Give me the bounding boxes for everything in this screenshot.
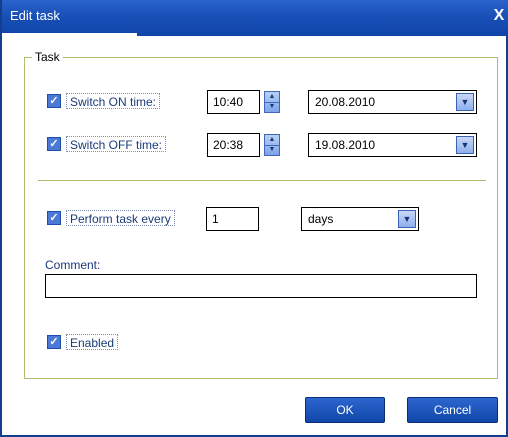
perform-task-checkbox[interactable]: ✓ (47, 211, 61, 225)
ok-button[interactable]: OK (305, 397, 385, 423)
group-separator (38, 180, 486, 181)
chevron-down-icon[interactable]: ▼ (456, 136, 474, 154)
close-icon[interactable]: X (490, 5, 508, 27)
switch-on-time-input[interactable]: 10:40 (207, 90, 260, 114)
title-bar: Edit task X (2, 0, 508, 36)
spin-down-icon[interactable]: ▼ (265, 102, 279, 112)
switch-off-time-input[interactable]: 20:38 (207, 133, 260, 157)
task-group-legend: Task (32, 50, 63, 64)
switch-off-date-value: 19.08.2010 (315, 138, 376, 152)
perform-task-label[interactable]: Perform task every (66, 210, 175, 226)
switch-on-time-spinner[interactable]: ▲ ▼ (264, 91, 280, 113)
comment-input[interactable] (45, 274, 477, 298)
enabled-checkbox[interactable]: ✓ (47, 335, 61, 349)
cancel-button[interactable]: Cancel (407, 397, 498, 423)
chevron-down-icon[interactable]: ▼ (398, 210, 416, 228)
chevron-down-icon[interactable]: ▼ (456, 93, 474, 111)
switch-on-checkbox[interactable]: ✓ (47, 94, 61, 108)
perform-unit-value: days (308, 212, 334, 226)
switch-off-time-spinner[interactable]: ▲ ▼ (264, 134, 280, 156)
switch-on-date-dropdown[interactable]: 20.08.2010 ▼ (308, 90, 477, 114)
edit-task-dialog: Edit task X Task ✓ Switch ON time: 10:40… (0, 0, 508, 437)
title-tab-accent (2, 33, 137, 36)
switch-on-date-value: 20.08.2010 (315, 95, 376, 109)
switch-off-label[interactable]: Switch OFF time: (66, 136, 167, 152)
perform-interval-input[interactable]: 1 (206, 207, 259, 231)
switch-on-label[interactable]: Switch ON time: (66, 93, 161, 109)
spin-down-icon[interactable]: ▼ (265, 145, 279, 155)
perform-unit-dropdown[interactable]: days ▼ (301, 207, 419, 231)
enabled-label[interactable]: Enabled (66, 334, 119, 350)
comment-label: Comment: (45, 258, 101, 272)
switch-off-date-dropdown[interactable]: 19.08.2010 ▼ (308, 133, 477, 157)
switch-off-checkbox[interactable]: ✓ (47, 137, 61, 151)
dialog-title: Edit task (10, 8, 60, 23)
